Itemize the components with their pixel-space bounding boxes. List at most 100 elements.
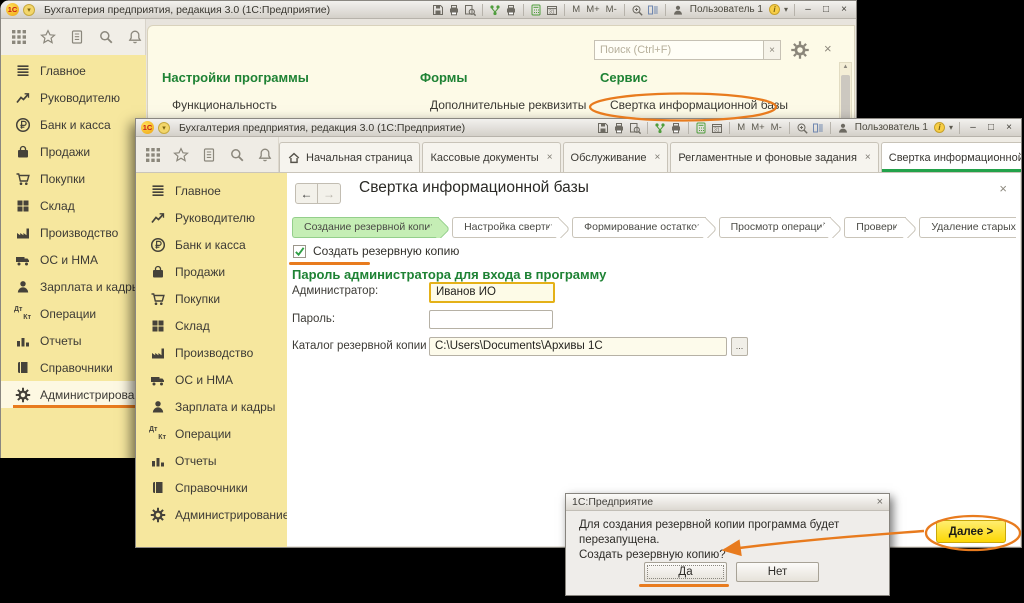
section-link[interactable]: Дополнительные реквизиты	[430, 98, 586, 112]
tab-inactive[interactable]: Начальная страница	[279, 142, 420, 172]
tab-active[interactable]: Свертка информационной базы×	[881, 142, 1021, 172]
checkbox-checked-icon[interactable]	[293, 245, 306, 258]
panel-close-icon[interactable]: ×	[824, 41, 832, 56]
next-button[interactable]: Далее >	[936, 520, 1006, 543]
memory-button-0[interactable]: М	[571, 4, 581, 15]
info-icon[interactable]: i	[769, 4, 780, 15]
history-button[interactable]	[69, 29, 85, 45]
notifications-bell-button[interactable]	[127, 29, 143, 45]
wizard-step[interactable]: Формирование остатков	[572, 217, 705, 238]
scrollbar-up-icon[interactable]: ▲	[840, 64, 851, 70]
wizard-step[interactable]: Удаление старых документов	[919, 217, 1016, 238]
sidebar-item-label: Банк и касса	[40, 118, 111, 132]
info-icon[interactable]: i	[934, 122, 945, 133]
password-field[interactable]	[429, 310, 553, 329]
tab-inactive[interactable]: Кассовые документы×	[422, 142, 560, 172]
section-link[interactable]: Свертка информационной базы	[610, 98, 788, 112]
panel-settings-gear-icon[interactable]	[790, 40, 810, 65]
sidebar-item-chart[interactable]: Отчеты	[1, 327, 146, 354]
sidebar-item-dtkt[interactable]: ДтКтОперации	[136, 420, 287, 447]
sidebar-item-cart[interactable]: Покупки	[136, 285, 287, 312]
section-link[interactable]: Функциональность	[172, 98, 309, 112]
sidebar-item-factory[interactable]: Производство	[136, 339, 287, 366]
sidebar-item-book[interactable]: Справочники	[136, 474, 287, 501]
back-button[interactable]: ←	[295, 183, 318, 204]
maximize-button[interactable]: □	[984, 121, 998, 134]
dialog-close-icon[interactable]: ×	[877, 496, 883, 508]
sidebar-item-person[interactable]: Зарплата и кадры	[1, 273, 146, 300]
search-button[interactable]	[98, 29, 114, 45]
tab-close-icon[interactable]: ×	[547, 152, 553, 163]
yes-button[interactable]: Да	[644, 562, 727, 582]
sidebar-item-trend[interactable]: Руководителю	[1, 84, 146, 111]
search-clear-button[interactable]: ×	[764, 40, 781, 60]
sidebar-item-grid[interactable]: Склад	[136, 312, 287, 339]
calendar-icon: 31	[546, 4, 558, 16]
wizard-step[interactable]: Настройка свертки	[452, 217, 559, 238]
sidebar-item-factory[interactable]: Производство	[1, 219, 146, 246]
wizard-step[interactable]: Просмотр операций	[719, 217, 832, 238]
tab-inactive[interactable]: Регламентные и фоновые задания×	[670, 142, 878, 172]
chevron-down-icon[interactable]: ▾	[784, 5, 788, 14]
checkbox-highlight-underline	[289, 262, 370, 265]
window-titlebar[interactable]: 1С ▾ Бухгалтерия предприятия, редакция 3…	[1, 1, 856, 19]
sidebar-item-dtkt[interactable]: ДтКтОперации	[1, 300, 146, 327]
maximize-button[interactable]: □	[819, 3, 833, 16]
sidebar-item-book[interactable]: Справочники	[1, 354, 146, 381]
create-backup-checkbox[interactable]: Создать резервную копию	[293, 244, 459, 258]
wizard-step[interactable]: Проверка	[844, 217, 906, 238]
search-input[interactable]	[594, 40, 764, 60]
sidebar-item-trend[interactable]: Руководителю	[136, 204, 287, 231]
tab-close-icon[interactable]: ×	[865, 152, 871, 163]
minimize-button[interactable]: –	[966, 121, 980, 134]
favorites-star-button[interactable]	[173, 147, 189, 163]
notifications-bell-button[interactable]	[257, 147, 273, 163]
chevron-down-icon[interactable]: ▾	[949, 123, 953, 132]
menu-grid-button[interactable]	[11, 29, 27, 45]
sidebar-item-gear[interactable]: Администрирование	[136, 501, 287, 528]
close-button[interactable]: ×	[1002, 121, 1016, 134]
sidebar-item-ruble[interactable]: Банк и касса	[136, 231, 287, 258]
system-menu-button[interactable]: ▾	[23, 4, 35, 16]
backup-folder-field[interactable]: C:\Users\Documents\Архивы 1С	[429, 337, 727, 356]
panel-section: СервисСвертка информационной базы	[600, 70, 788, 112]
history-button[interactable]	[201, 147, 217, 163]
tab-close-icon[interactable]: ×	[654, 152, 660, 163]
window-titlebar[interactable]: 1С ▾ Бухгалтерия предприятия, редакция 3…	[136, 119, 1021, 137]
sidebar-item-truck[interactable]: ОС и НМА	[1, 246, 146, 273]
panel-section: ФормыДополнительные реквизиты	[420, 70, 586, 112]
memory-button-1[interactable]: М+	[750, 122, 765, 133]
sidebar-item-menu[interactable]: Главное	[1, 57, 146, 84]
wizard-step[interactable]: Создание резервной копии	[292, 217, 439, 238]
sidebar-item-grid[interactable]: Склад	[1, 192, 146, 219]
browse-button[interactable]: ...	[731, 337, 748, 356]
memory-button-2[interactable]: М-	[605, 4, 618, 15]
system-menu-button[interactable]: ▾	[158, 122, 170, 134]
sidebar-item-chart[interactable]: Отчеты	[136, 447, 287, 474]
sidebar-item-cart[interactable]: Покупки	[1, 165, 146, 192]
administrator-field[interactable]: Иванов ИО	[429, 282, 555, 303]
sidebar-item-bag[interactable]: Продажи	[1, 138, 146, 165]
sidebar-item-bag[interactable]: Продажи	[136, 258, 287, 285]
favorites-star-button[interactable]	[40, 29, 56, 45]
sidebar-item-truck[interactable]: ОС и НМА	[136, 366, 287, 393]
dialog-titlebar[interactable]: 1С:Предприятие ×	[566, 494, 889, 511]
grid-icon	[15, 198, 31, 214]
no-button[interactable]: Нет	[736, 562, 819, 582]
memory-button-1[interactable]: М+	[585, 4, 600, 15]
form-close-icon[interactable]: ×	[999, 181, 1007, 196]
sidebar-item-person[interactable]: Зарплата и кадры	[136, 393, 287, 420]
sidebar-item-ruble[interactable]: Банк и касса	[1, 111, 146, 138]
memory-button-2[interactable]: М-	[770, 122, 783, 133]
menu-grid-button[interactable]	[145, 147, 161, 163]
sidebar-item-menu[interactable]: Главное	[136, 177, 287, 204]
gear-icon	[15, 387, 31, 403]
close-button[interactable]: ×	[837, 3, 851, 16]
search-button[interactable]	[229, 147, 245, 163]
memory-button-0[interactable]: М	[736, 122, 746, 133]
dialog-title: 1С:Предприятие	[572, 496, 653, 508]
sidebar-item-gear[interactable]: Администрирование	[1, 381, 146, 408]
tab-inactive[interactable]: Обслуживание×	[563, 142, 669, 172]
minimize-button[interactable]: –	[801, 3, 815, 16]
forward-button[interactable]: →	[318, 183, 341, 204]
